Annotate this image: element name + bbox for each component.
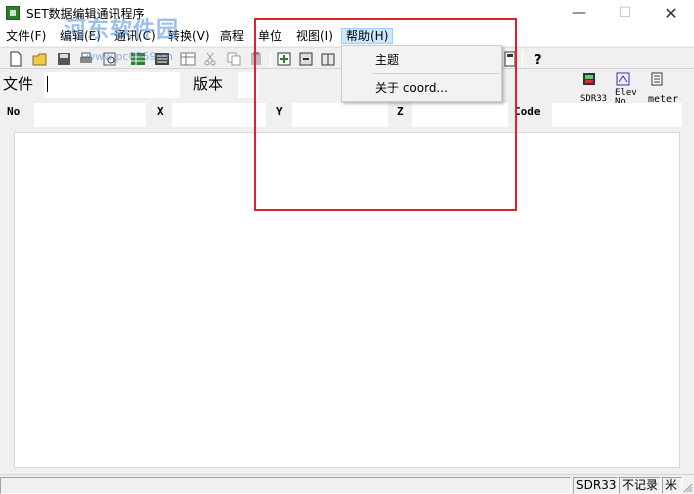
open-folder-icon[interactable]	[32, 51, 48, 67]
x-field[interactable]	[172, 103, 266, 127]
version-label: 版本	[193, 75, 224, 93]
copy-icon[interactable]	[226, 51, 242, 67]
cut-icon[interactable]	[202, 51, 218, 67]
status-bar: SDR33 不记录 米	[0, 474, 694, 494]
highlight-box	[254, 18, 517, 211]
table-icon[interactable]	[180, 51, 196, 67]
code-field[interactable]	[552, 103, 682, 127]
close-button[interactable]: ✕	[648, 0, 694, 26]
code-label: Code	[514, 105, 541, 118]
new-file-icon[interactable]	[8, 51, 24, 67]
minimize-button[interactable]: —	[556, 0, 602, 26]
sdr33-icon[interactable]	[582, 72, 596, 86]
file-name-field[interactable]	[44, 72, 180, 98]
x-label: X	[157, 105, 164, 118]
status-unit: 米	[662, 477, 682, 494]
status-device: SDR33	[573, 477, 618, 494]
help-question-icon[interactable]: ?	[530, 51, 546, 67]
watermark-url: www.pc0359.cn	[86, 50, 174, 63]
text-cursor	[47, 76, 48, 92]
status-message	[0, 477, 571, 494]
elev-no-icon[interactable]	[616, 72, 630, 86]
menu-file[interactable]: 文件(F)	[2, 28, 50, 44]
status-record: 不记录	[619, 477, 661, 494]
maximize-button[interactable]: ☐	[602, 0, 648, 26]
file-label: 文件	[3, 75, 34, 93]
no-field[interactable]	[34, 103, 146, 127]
toolbar-separator	[522, 51, 523, 67]
menu-elevation[interactable]: 高程	[216, 28, 248, 44]
resize-grip-icon[interactable]	[682, 482, 693, 493]
app-window: SET数据编辑通讯程序 — ☐ ✕ 文件(F) 编辑(E) 通讯(C) 转换(V…	[0, 0, 694, 494]
meter-icon[interactable]	[650, 72, 664, 86]
app-icon	[6, 6, 20, 20]
svg-text:?: ?	[534, 53, 542, 67]
save-icon[interactable]	[56, 51, 72, 67]
no-label: No	[7, 105, 21, 118]
watermark-logo: 河东软件园	[64, 18, 180, 43]
